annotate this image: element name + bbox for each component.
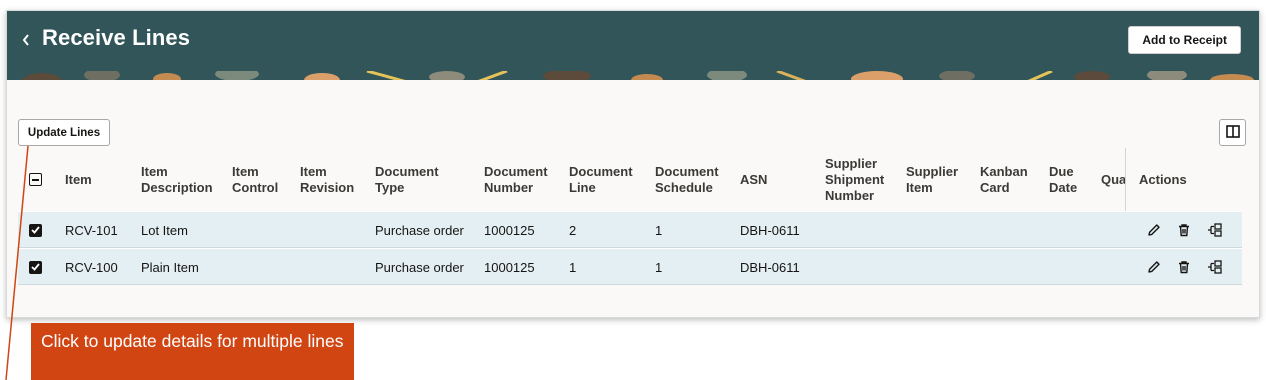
cell-asn: DBH-0611 bbox=[740, 259, 800, 275]
col-header-quantity[interactable]: Qua bbox=[1101, 148, 1125, 211]
col-header-item-control[interactable]: Item Control bbox=[232, 148, 278, 211]
col-header-document-schedule[interactable]: Document Schedule bbox=[655, 148, 719, 211]
col-header-document-line[interactable]: Document Line bbox=[569, 148, 633, 211]
col-header-item-revision[interactable]: Item Revision bbox=[300, 148, 354, 211]
cell-document-line: 1 bbox=[569, 259, 577, 275]
decorative-banner bbox=[7, 69, 1259, 80]
col-header-due-date[interactable]: Due Date bbox=[1049, 148, 1077, 211]
col-header-document-type[interactable]: Document Type bbox=[375, 148, 439, 211]
col-header-asn[interactable]: ASN bbox=[740, 148, 767, 211]
cell-asn: DBH-0611 bbox=[740, 222, 800, 238]
receive-lines-table: Item Item Description Item Control Item Rev… bbox=[18, 148, 1242, 285]
cell-document-number: 1000125 bbox=[484, 259, 535, 275]
split-line-icon[interactable] bbox=[1204, 257, 1224, 277]
table-header-row: Item Item Description Item Control Item Rev… bbox=[18, 148, 1242, 211]
split-line-icon[interactable] bbox=[1204, 220, 1224, 240]
cell-item: RCV-101 bbox=[65, 222, 118, 238]
col-header-actions: Actions bbox=[1139, 171, 1187, 187]
col-header-item-description[interactable]: Item Description bbox=[141, 148, 213, 211]
col-header-supplier-item[interactable]: Supplier Item bbox=[906, 148, 958, 211]
column-layout-button[interactable] bbox=[1219, 119, 1246, 146]
page-header: Receive Lines Add to Receipt bbox=[7, 11, 1259, 69]
table-row[interactable]: RCV-101 Lot Item Purchase order 1000125 … bbox=[18, 211, 1242, 248]
col-header-kanban-card[interactable]: Kanban Card bbox=[980, 148, 1028, 211]
col-header-document-number[interactable]: Document Number bbox=[484, 148, 548, 211]
tooltip-callout: Click to update details for multiple lin… bbox=[31, 323, 354, 380]
col-header-supplier-shipment-number[interactable]: Supplier Shipment Number bbox=[825, 148, 884, 211]
cell-document-type: Purchase order bbox=[375, 222, 464, 238]
col-header-item[interactable]: Item bbox=[65, 148, 92, 211]
table-row[interactable]: RCV-100 Plain Item Purchase order 100012… bbox=[18, 248, 1242, 285]
page-title: Receive Lines bbox=[42, 25, 191, 50]
add-to-receipt-button[interactable]: Add to Receipt bbox=[1128, 26, 1241, 54]
cell-document-schedule: 1 bbox=[655, 222, 663, 238]
columns-icon bbox=[1225, 124, 1240, 141]
cell-item: RCV-100 bbox=[65, 259, 118, 275]
cell-document-type: Purchase order bbox=[375, 259, 464, 275]
cell-document-number: 1000125 bbox=[484, 222, 535, 238]
edit-icon[interactable] bbox=[1144, 220, 1164, 240]
edit-icon[interactable] bbox=[1144, 257, 1164, 277]
receive-lines-page: Receive Lines Add to Receipt Update Line bbox=[6, 10, 1260, 318]
cell-document-line: 2 bbox=[569, 222, 577, 238]
delete-icon[interactable] bbox=[1174, 220, 1194, 240]
cell-document-schedule: 1 bbox=[655, 259, 663, 275]
cell-item-description: Plain Item bbox=[141, 259, 199, 275]
delete-icon[interactable] bbox=[1174, 257, 1194, 277]
cell-item-description: Lot Item bbox=[141, 222, 188, 238]
